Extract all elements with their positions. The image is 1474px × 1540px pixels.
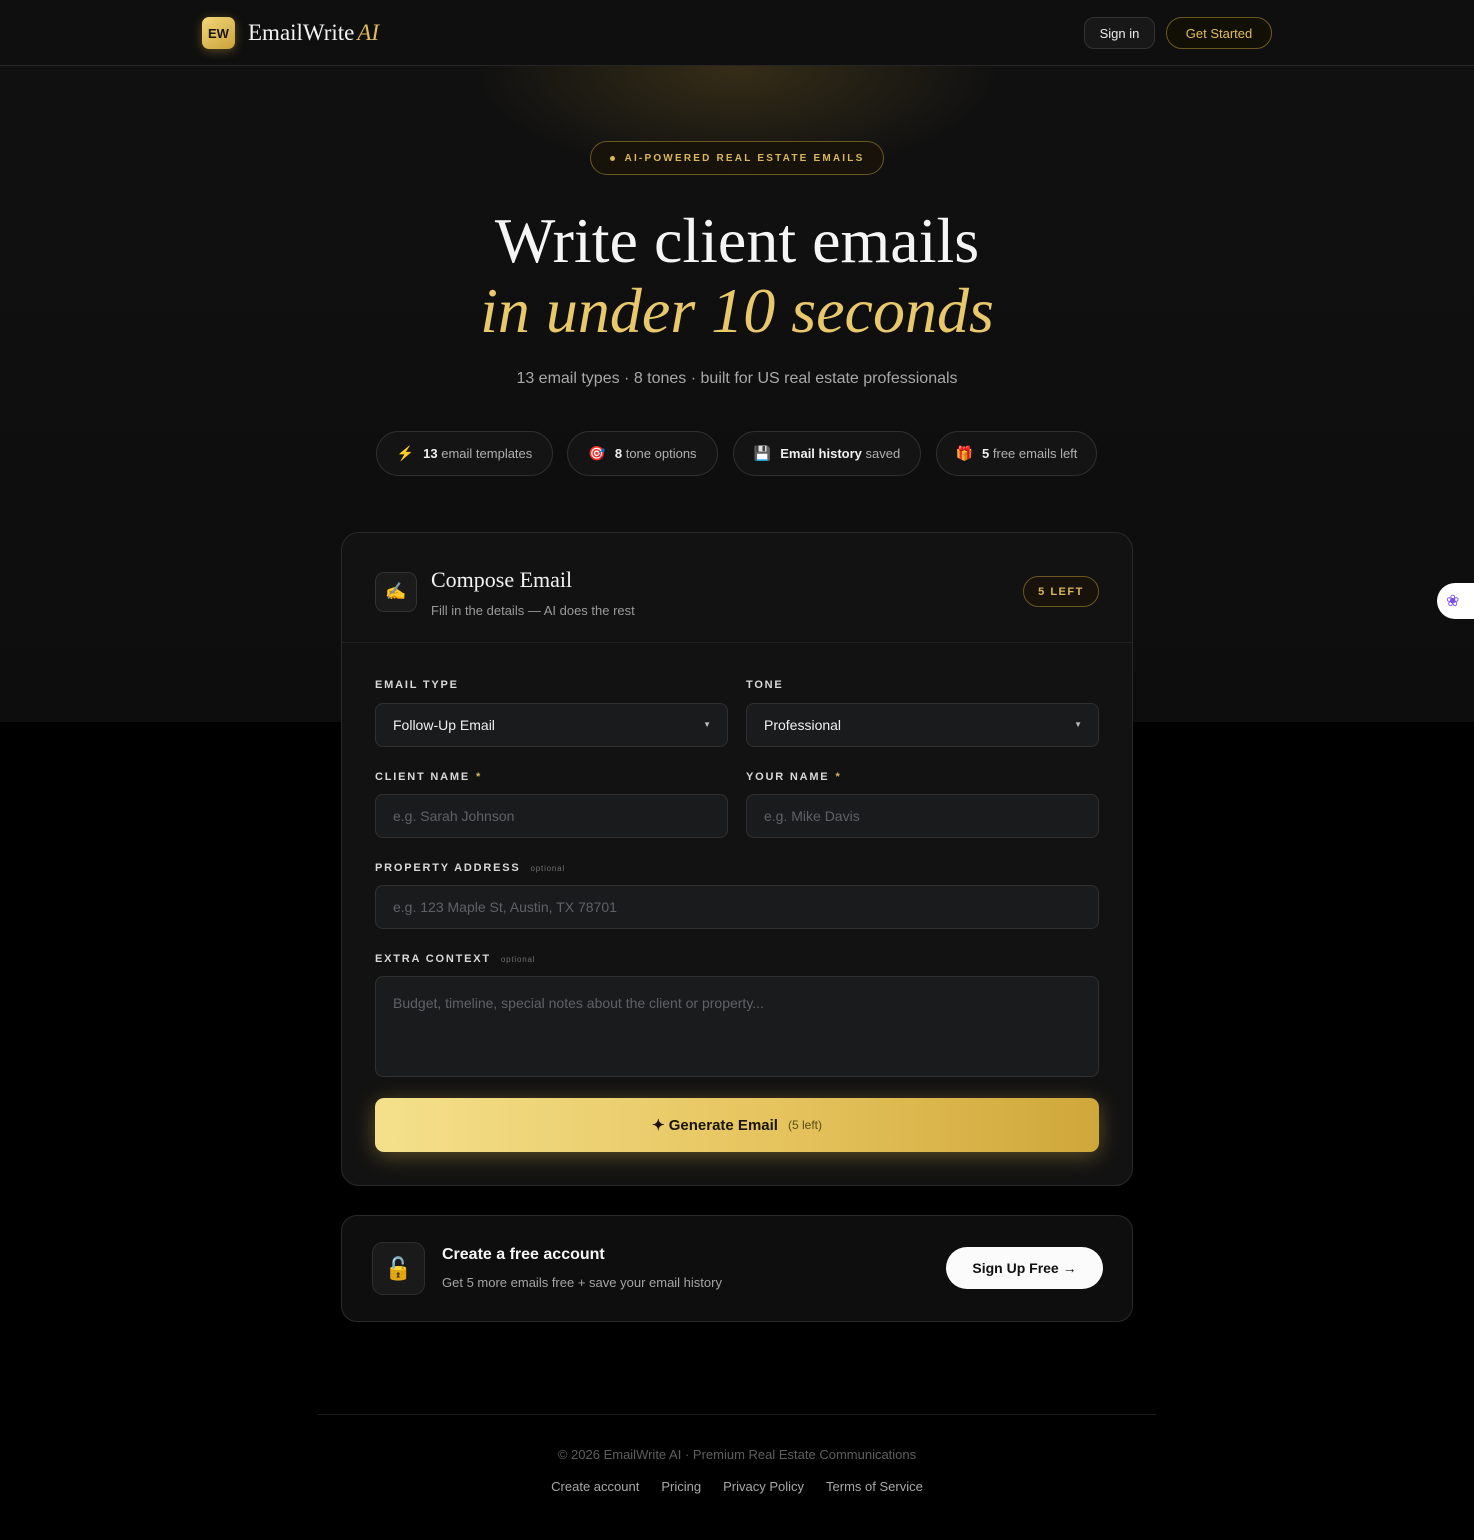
footer-links: Create account Pricing Privacy Policy Te… <box>0 1479 1474 1494</box>
feature-pill-templates: ⚡ 13 email templates <box>376 431 553 476</box>
hero-subtitle: 13 email types · 8 tones · built for US … <box>516 370 958 387</box>
required-marker: * <box>475 771 483 783</box>
compose-email-card: ✍ Compose Email Fill in the details — AI… <box>341 532 1133 1186</box>
footer-copyright: © 2026 EmailWrite AI · Premium Real Esta… <box>557 1447 917 1462</box>
pill-text: 13 email templates <box>423 446 533 461</box>
account-cta-subtitle: Get 5 more emails free + save your email… <box>442 1275 722 1290</box>
email-type-value: Follow-Up Email <box>393 717 495 733</box>
extra-context-label: EXTRA CONTEXT optional <box>375 953 536 965</box>
floppy-disk-icon: 💾 <box>753 445 772 461</box>
writing-hand-icon: ✍ <box>375 572 417 612</box>
extra-context-textarea[interactable]: Budget, timeline, special notes about th… <box>375 976 1099 1077</box>
footer-link-create-account[interactable]: Create account <box>551 1479 639 1494</box>
tone-label: TONE <box>746 679 784 691</box>
sign-in-button[interactable]: Sign in <box>1084 17 1155 49</box>
headline-accent: in under 10 seconds <box>480 275 994 346</box>
generate-remaining: (5 left) <box>787 1118 822 1132</box>
top-navbar: EW EmailWrite AI Sign in Get Started <box>0 0 1474 66</box>
feature-pill-free-emails: 🎁 5 free emails left <box>936 431 1097 476</box>
tone-value: Professional <box>764 717 842 733</box>
property-address-label: PROPERTY ADDRESS optional <box>375 862 565 874</box>
required-marker: * <box>835 771 842 783</box>
sign-up-free-button[interactable]: Sign Up Free → <box>946 1247 1103 1289</box>
your-name-label: YOUR NAME * <box>746 771 842 783</box>
dot-icon <box>609 155 615 161</box>
account-cta-title: Create a free account <box>442 1246 605 1263</box>
your-name-input[interactable]: e.g. Mike Davis <box>746 794 1099 838</box>
brand-logo[interactable]: EmailWrite AI <box>248 20 379 46</box>
tone-select[interactable]: Professional ▼ <box>746 703 1099 747</box>
get-started-button[interactable]: Get Started <box>1166 17 1272 49</box>
remaining-badge: 5 LEFT <box>1023 576 1099 607</box>
client-name-label: CLIENT NAME * <box>375 771 483 783</box>
chevron-down-icon: ▼ <box>1074 720 1082 729</box>
card-header: ✍ Compose Email Fill in the details — AI… <box>342 533 1132 643</box>
client-name-input[interactable]: e.g. Sarah Johnson <box>375 794 728 838</box>
assistant-widget-icon[interactable]: ❀ <box>1437 583 1474 619</box>
headline-primary: Write client emails <box>494 205 980 276</box>
pill-text: 8 tone options <box>614 446 697 461</box>
feature-pill-tones: 🎯 8 tone options <box>567 431 718 476</box>
unlock-icon: 🔓 <box>372 1242 425 1295</box>
optional-tag: optional <box>500 955 536 964</box>
eyebrow-badge: AI-POWERED REAL ESTATE EMAILS <box>590 141 884 175</box>
email-type-select[interactable]: Follow-Up Email ▼ <box>375 703 728 747</box>
pill-text: Email history saved <box>780 446 901 461</box>
lightning-icon: ⚡ <box>396 445 415 461</box>
card-subtitle: Fill in the details — AI does the rest <box>431 603 635 618</box>
generate-email-button[interactable]: ✦ Generate Email (5 left) <box>375 1098 1099 1152</box>
footer-divider <box>318 1414 1156 1415</box>
optional-tag: optional <box>530 864 565 873</box>
card-title: Compose Email <box>431 567 573 592</box>
generate-label: ✦ Generate Email <box>652 1117 778 1134</box>
chevron-down-icon: ▼ <box>703 720 711 729</box>
logo-badge[interactable]: EW <box>202 17 235 49</box>
brand-name: EmailWrite <box>248 20 355 45</box>
target-icon: 🎯 <box>588 445 606 461</box>
gift-icon: 🎁 <box>955 445 974 461</box>
footer-link-privacy-policy[interactable]: Privacy Policy <box>723 1479 804 1494</box>
create-account-card: 🔓 Create a free account Get 5 more email… <box>341 1215 1133 1322</box>
property-address-input[interactable]: e.g. 123 Maple St, Austin, TX 78701 <box>375 885 1099 929</box>
pill-text: 5 free emails left <box>982 446 1078 461</box>
eyebrow-text: AI-POWERED REAL ESTATE EMAILS <box>624 152 865 164</box>
footer-link-terms[interactable]: Terms of Service <box>826 1479 923 1494</box>
email-type-label: EMAIL TYPE <box>375 679 459 691</box>
footer-link-pricing[interactable]: Pricing <box>661 1479 701 1494</box>
feature-pill-history: 💾 Email history saved <box>733 431 921 476</box>
brand-suffix: AI <box>357 20 380 45</box>
